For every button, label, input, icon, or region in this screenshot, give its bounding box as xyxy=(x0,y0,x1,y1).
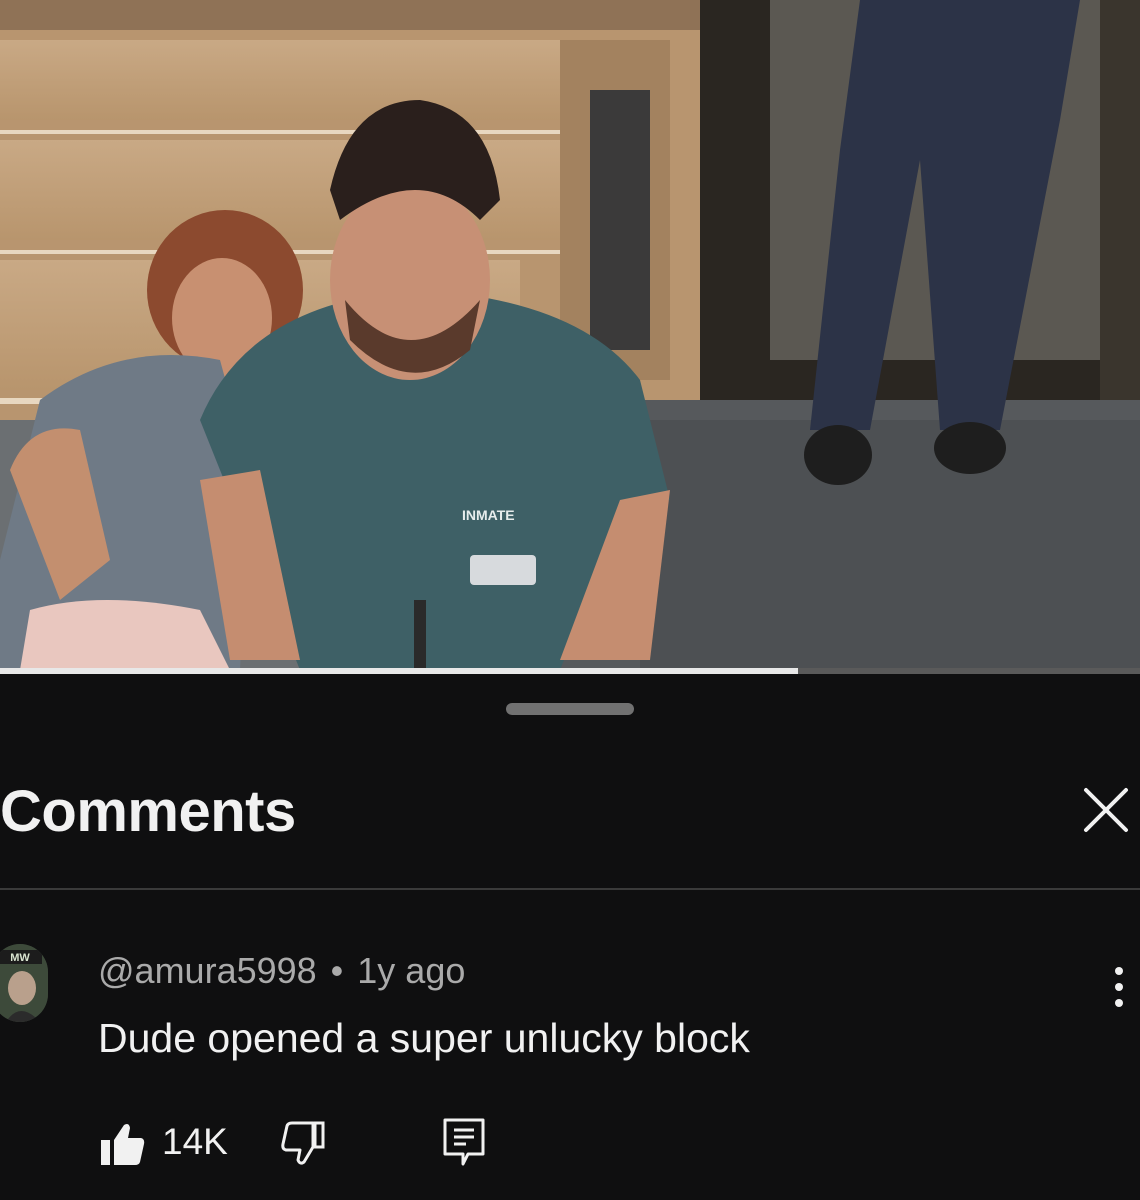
avatar[interactable]: MW xyxy=(0,944,48,1022)
thumbs-down-icon[interactable] xyxy=(280,1120,326,1166)
drag-handle[interactable] xyxy=(506,703,634,715)
reply-icon[interactable] xyxy=(442,1117,486,1167)
thumbs-up-icon[interactable] xyxy=(100,1121,146,1167)
comments-sheet: Comments MW @amura5998 • 1y ago Dude opene… xyxy=(0,674,1140,1200)
comment-meta: @amura5998 • 1y ago xyxy=(98,950,465,992)
close-icon[interactable] xyxy=(1078,782,1134,838)
meta-separator: • xyxy=(330,950,344,991)
avatar-label: MW xyxy=(10,952,30,964)
like-count: 14K xyxy=(162,1121,228,1162)
shirt-label: INMATE xyxy=(462,507,515,523)
more-vert-icon[interactable] xyxy=(1104,964,1134,1010)
video-frame: INMATE xyxy=(0,0,1140,670)
comment-text: Dude opened a super unlucky block xyxy=(98,1015,750,1061)
comments-title: Comments xyxy=(0,779,296,844)
comment-author[interactable]: @amura5998 xyxy=(98,950,317,991)
comment-time: 1y ago xyxy=(357,950,466,991)
video-player[interactable]: INMATE xyxy=(0,0,1140,670)
divider xyxy=(0,888,1140,890)
